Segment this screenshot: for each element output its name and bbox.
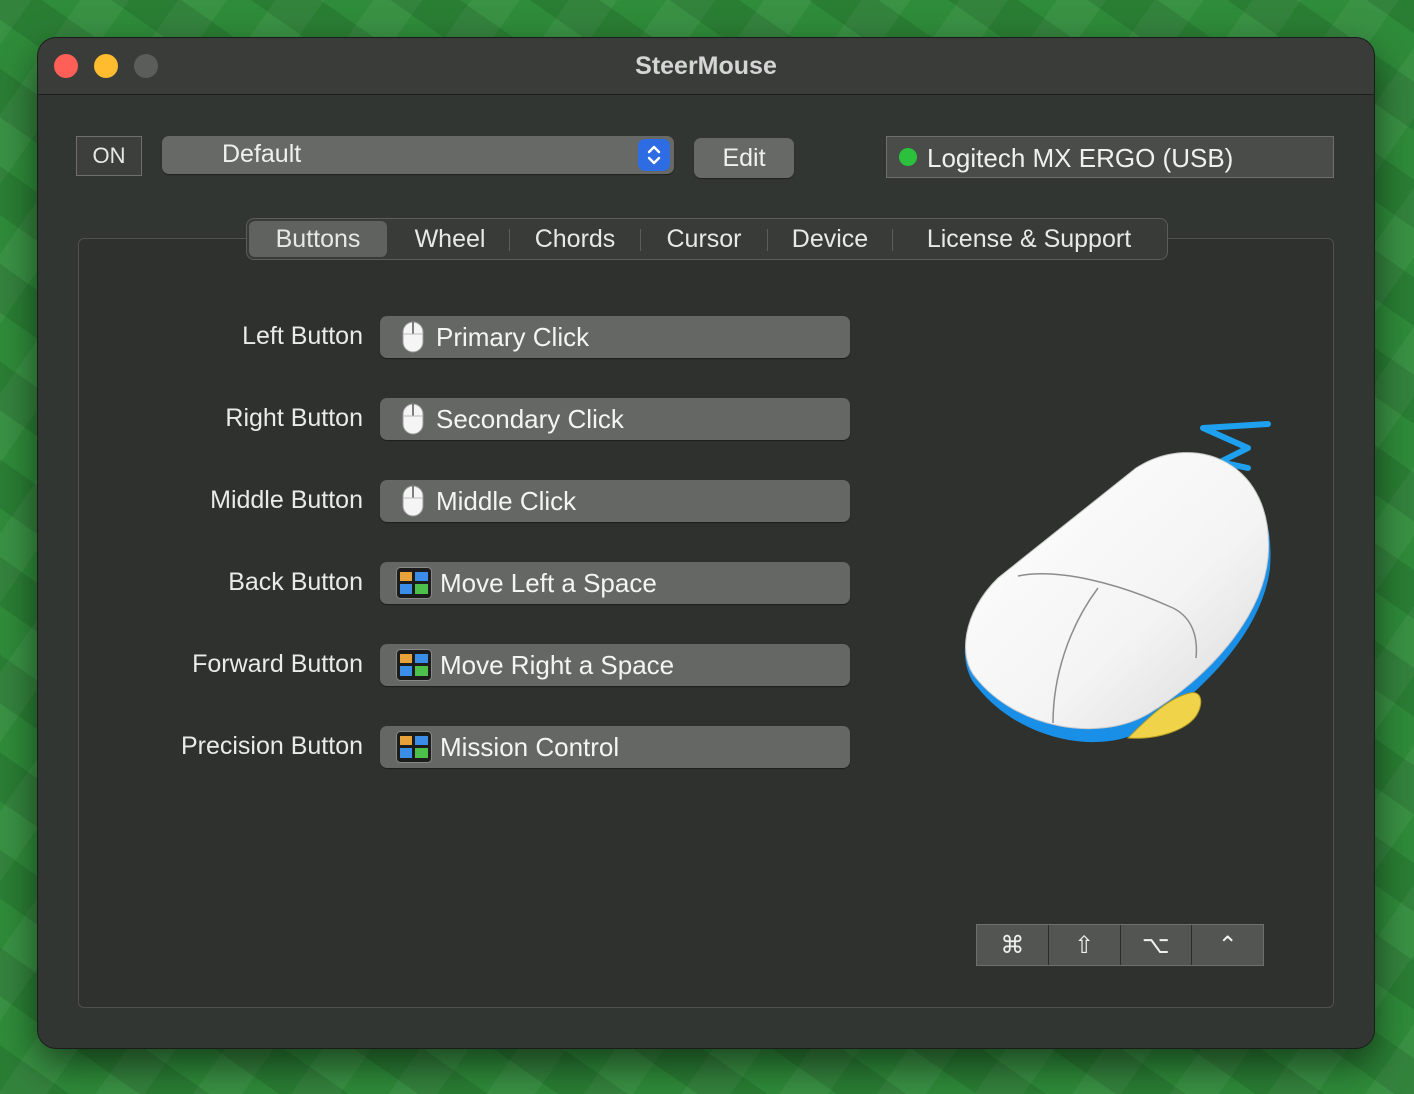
mission-control-icon — [396, 731, 432, 763]
back-button-label: Back Button — [228, 568, 363, 596]
middle-button-action-button[interactable]: Middle Click — [380, 480, 850, 522]
edit-button[interactable]: Edit — [694, 138, 794, 178]
option-key-button[interactable]: ⌥ — [1120, 925, 1193, 965]
device-status-icon — [899, 148, 917, 166]
precision-button-action-button[interactable]: Mission Control — [380, 726, 850, 768]
tab-wheel[interactable]: Wheel — [391, 221, 509, 257]
right-button-label: Right Button — [225, 404, 363, 432]
mission-control-icon — [396, 649, 432, 681]
modifier-keys-bar: ⌘ ⇧ ⌥ ⌃ — [976, 924, 1264, 966]
tab-license-support[interactable]: License & Support — [894, 221, 1164, 257]
command-key-button[interactable]: ⌘ — [977, 925, 1049, 965]
shift-key-button[interactable]: ⇧ — [1048, 925, 1121, 965]
preset-select-value: Default — [222, 140, 302, 168]
precision-button-action-label: Mission Control — [440, 732, 620, 762]
mission-control-icon — [396, 567, 432, 599]
on-toggle-button[interactable]: ON — [76, 136, 142, 176]
preset-select[interactable]: Default — [162, 136, 674, 174]
app-window: SteerMouse ON Default Edit Logitech MX E… — [38, 38, 1374, 1048]
tab-chords[interactable]: Chords — [511, 221, 639, 257]
tab-divider — [509, 229, 510, 251]
tab-divider — [767, 229, 768, 251]
left-button-action-button[interactable]: Primary Click — [380, 316, 850, 358]
mouse-illustration-icon — [964, 421, 1271, 743]
window-title: SteerMouse — [635, 52, 777, 80]
tab-cursor[interactable]: Cursor — [642, 221, 766, 257]
tab-buttons[interactable]: Buttons — [249, 221, 387, 257]
title-bar: SteerMouse — [38, 38, 1374, 95]
tab-device[interactable]: Device — [769, 221, 891, 257]
mouse-icon — [402, 485, 424, 517]
precision-button-label: Precision Button — [180, 732, 363, 760]
mouse-icon — [402, 403, 424, 435]
tab-bar: Buttons Wheel Chords Cursor Device Licen… — [246, 218, 1168, 260]
middle-button-label: Middle Button — [210, 486, 363, 514]
forward-button-action-button[interactable]: Move Right a Space — [380, 644, 850, 686]
tab-divider — [640, 229, 641, 251]
mouse-icon — [402, 321, 424, 353]
device-selector[interactable]: Logitech MX ERGO (USB) — [886, 136, 1334, 178]
back-button-action-label: Move Left a Space — [440, 568, 657, 598]
control-key-button[interactable]: ⌃ — [1192, 925, 1263, 965]
middle-button-action-label: Middle Click — [436, 486, 577, 516]
right-button-action-button[interactable]: Secondary Click — [380, 398, 850, 440]
back-button-action-button[interactable]: Move Left a Space — [380, 562, 850, 604]
left-button-label: Left Button — [242, 322, 363, 350]
updown-chevron-icon — [638, 139, 670, 171]
forward-button-label: Forward Button — [192, 650, 363, 678]
left-button-action-label: Primary Click — [436, 322, 590, 352]
device-name: Logitech MX ERGO (USB) — [927, 143, 1234, 173]
right-button-action-label: Secondary Click — [436, 404, 624, 434]
forward-button-action-label: Move Right a Space — [440, 650, 675, 680]
tab-divider — [892, 229, 893, 251]
